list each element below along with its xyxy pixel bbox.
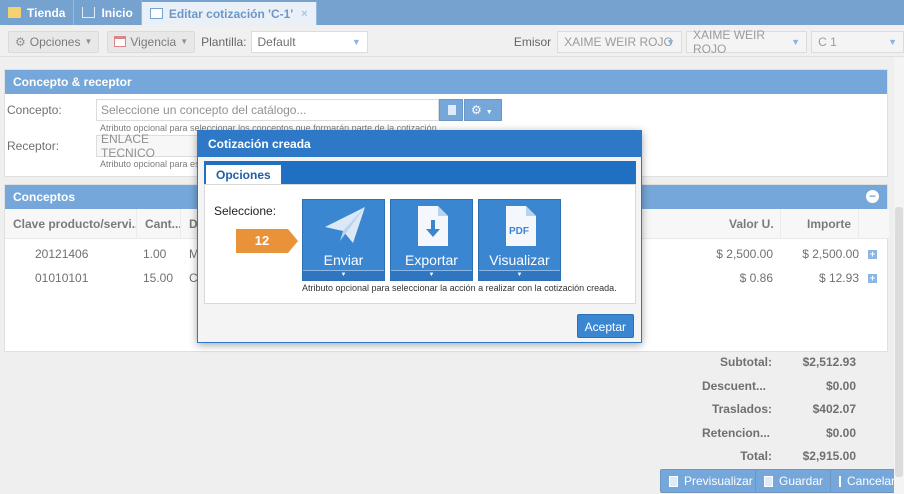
pdf-label: PDF	[509, 226, 529, 237]
visualizar-button[interactable]: PDF Visualizar ▼	[478, 199, 561, 281]
paper-plane-icon	[325, 207, 365, 243]
enviar-label: Enviar	[323, 252, 364, 268]
visualizar-label: Visualizar	[489, 252, 550, 268]
chevron-down-icon[interactable]: ▼	[479, 270, 560, 280]
step-number: 12	[254, 233, 270, 248]
download-file-icon	[418, 206, 448, 246]
step-badge: 12	[236, 229, 298, 253]
chevron-down-icon[interactable]: ▼	[303, 270, 384, 280]
dialog-hint: Atributo opcional para seleccionar la ac…	[302, 283, 617, 293]
aceptar-button[interactable]: Aceptar	[576, 314, 634, 338]
enviar-button[interactable]: Enviar ▼	[302, 199, 385, 281]
dialog-title: Cotización creada	[198, 131, 641, 157]
exportar-button[interactable]: Exportar ▼	[390, 199, 473, 281]
chevron-down-icon[interactable]: ▼	[391, 270, 472, 280]
tab-opciones[interactable]: Opciones	[206, 163, 281, 184]
exportar-label: Exportar	[405, 252, 458, 268]
dialog-tab-strip: Opciones	[204, 161, 636, 184]
seleccione-label: Seleccione:	[214, 204, 277, 218]
